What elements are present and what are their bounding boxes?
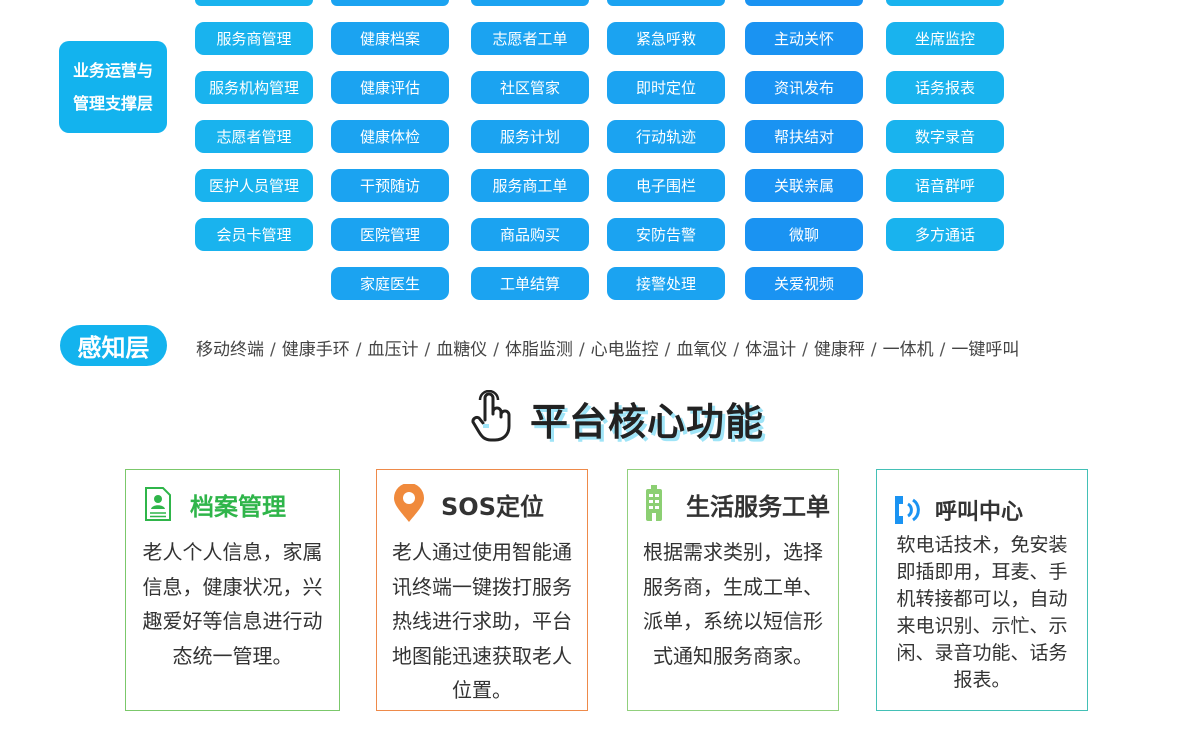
function-pill[interactable]: 即时定位 [607,71,725,104]
card-archive: 档案管理 老人个人信息，家属 信息，健康状况，兴 趣爱好等信息进行动 态统一管理… [125,469,340,711]
function-pill[interactable]: 语音群呼 [886,169,1004,202]
device-separator: / [870,340,877,360]
device-separator: / [493,340,499,360]
building-icon [636,484,672,524]
function-pill[interactable]: 话务报表 [886,71,1004,104]
card-text-line: 软电话技术，免安装 [896,534,1068,556]
function-pill[interactable]: 工单结算 [471,267,589,300]
function-pill[interactable]: 服务机构管理 [195,71,313,104]
card-service-order: 生活服务工单 根据需求类别，选择 服务商，生成工单、 派单，系统以短信形 式通知… [627,469,839,711]
card-text-line: 地图能迅速获取老人 [392,643,572,668]
function-pill[interactable]: 安防告警 [607,218,725,251]
card-text-line: 报表。 [953,669,1011,691]
partial-pill [471,0,589,6]
business-layer-label: 业务运营与 管理支撑层 [59,41,167,133]
card-text-line: 趣爱好等信息进行动 [142,609,323,633]
card-title: SOS定位 [441,492,544,521]
partial-pill [607,0,725,6]
function-pill[interactable]: 微聊 [745,218,863,251]
card-text-line: 老人个人信息，家属 [142,540,323,564]
partial-pill [195,0,313,6]
function-pill[interactable]: 紧急呼救 [607,22,725,55]
location-pin-icon [391,484,427,524]
card-text-line: 式通知服务商家。 [653,643,813,668]
function-pill[interactable]: 多方通话 [886,218,1004,251]
call-center-icon [891,490,927,530]
device-item: 心电监控 [590,340,659,360]
card-title: 档案管理 [190,492,286,521]
card-call-center: 呼叫中心 软电话技术，免安装 即插即用，耳麦、手 机转接都可以，自动 来电识别、… [876,469,1088,711]
function-pill[interactable]: 商品购买 [471,218,589,251]
function-pill[interactable]: 关联亲属 [745,169,863,202]
function-pill[interactable]: 医院管理 [331,218,449,251]
card-text-line: 服务商，生成工单、 [643,574,823,599]
function-pill[interactable]: 数字录音 [886,120,1004,153]
card-text-line: 派单，系统以短信形 [643,609,823,633]
function-pill[interactable]: 健康档案 [331,22,449,55]
device-separator: / [578,340,585,360]
function-pill[interactable]: 资讯发布 [745,71,863,104]
card-text-line: 位置。 [452,678,512,702]
card-text-line: 即插即用，耳麦、手 [896,561,1068,583]
device-separator: / [733,340,740,360]
card-text-line: 信息，健康状况，兴 [142,574,323,599]
perception-layer-label: 感知层 [60,325,167,366]
device-item: 血糖仪 [436,340,488,360]
device-item: 一键呼叫 [951,340,1020,360]
device-separator: / [802,340,808,360]
card-text-line: 老人通过使用智能通 [392,540,572,564]
function-pill[interactable]: 家庭医生 [331,267,449,300]
function-pill[interactable]: 服务商管理 [195,22,313,55]
device-item: 移动终端 [196,340,264,360]
core-title: 平台核心功能 [530,399,765,444]
profile-document-icon [140,484,176,524]
device-separator: / [664,340,671,360]
device-item: 血氧仪 [676,340,728,360]
device-separator: / [270,340,276,360]
device-item: 健康秤 [813,340,865,360]
function-pill[interactable]: 干预随访 [331,169,449,202]
partial-pill [745,0,863,6]
device-item: 血压计 [367,340,419,360]
function-pill[interactable]: 医护人员管理 [195,169,313,202]
card-sos: SOS定位 老人通过使用智能通 讯终端一键拨打服务 热线进行求助，平台 地图能迅… [376,469,588,711]
function-pill[interactable]: 帮扶结对 [745,120,863,153]
card-text-line: 机转接都可以，自动 [896,588,1068,610]
function-pill[interactable]: 服务商工单 [471,169,589,202]
function-pill[interactable]: 坐席监控 [886,22,1004,55]
function-pill[interactable]: 行动轨迹 [607,120,725,153]
card-text-line: 根据需求类别，选择 [643,540,823,564]
function-pill[interactable]: 健康体检 [331,120,449,153]
function-pill[interactable]: 志愿者工单 [471,22,589,55]
function-pill[interactable]: 接警处理 [607,267,725,300]
device-separator: / [355,340,362,360]
device-item: 体脂监测 [504,340,573,360]
function-pill[interactable]: 社区管家 [471,71,589,104]
card-text-line: 态统一管理。 [172,643,293,668]
function-pill[interactable]: 关爱视频 [745,267,863,300]
device-item: 健康手环 [281,340,350,360]
device-item: 一体机 [882,340,934,360]
card-title: 生活服务工单 [686,492,830,521]
device-item: 体温计 [745,340,797,360]
device-separator: / [424,340,431,360]
card-title: 呼叫中心 [935,500,1024,525]
card-text-line: 来电识别、示忙、示 [896,615,1068,637]
device-list: 移动终端 / 健康手环 / 血压计 / 血糖仪 / 体脂监测 / 心电监控 / 血氧仪 / 体温计 / 健康秤 /… [196,335,1019,360]
partial-pill [331,0,449,6]
function-pill[interactable]: 会员卡管理 [195,218,313,251]
device-separator: / [939,340,946,360]
card-text-line: 闲、录音功能、话务 [896,642,1068,664]
card-text-line: 讯终端一键拨打服务 [392,574,572,599]
function-pill[interactable]: 服务计划 [471,120,589,153]
function-pill[interactable]: 志愿者管理 [195,120,313,153]
core-functions-heading: 平台核心功能 [470,389,765,446]
function-pill[interactable]: 主动关怀 [745,22,863,55]
partial-pill [886,0,1004,6]
pointing-hand-icon [470,389,516,446]
function-pill[interactable]: 健康评估 [331,71,449,104]
card-text-line: 热线进行求助，平台 [392,609,572,633]
function-pill[interactable]: 电子围栏 [607,169,725,202]
